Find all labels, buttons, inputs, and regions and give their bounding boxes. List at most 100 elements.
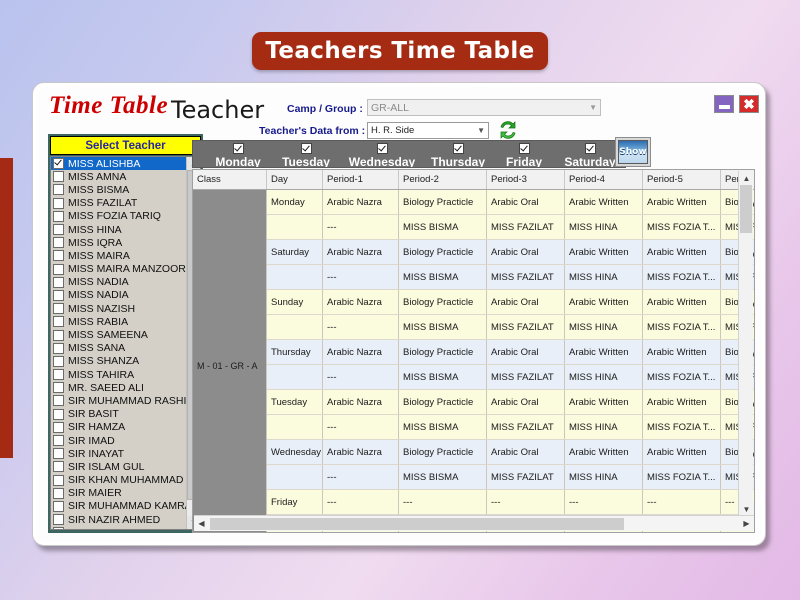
scroll-left-icon[interactable]: ◀ — [194, 516, 209, 531]
scroll-right-icon[interactable]: ▶ — [739, 516, 754, 531]
day-checkbox[interactable] — [233, 143, 244, 154]
teacher-checkbox[interactable] — [53, 501, 64, 512]
period-cell[interactable]: Biology Practicle — [399, 190, 487, 215]
period-cell[interactable]: Arabic Nazra — [323, 290, 399, 315]
teacher-list-item[interactable]: MISS FOZIA TARIQ — [51, 210, 200, 223]
teacher-checkbox[interactable] — [53, 250, 64, 261]
day-filter-monday[interactable]: Monday — [203, 141, 273, 168]
period-cell[interactable]: MISS HINA — [565, 315, 643, 340]
period-cell[interactable]: --- — [323, 265, 399, 290]
teacher-list-item[interactable]: MISS SANA — [51, 342, 200, 355]
period-cell[interactable]: MISS BISMA — [399, 365, 487, 390]
column-header[interactable]: Period-1 — [323, 170, 399, 190]
teacher-checkbox[interactable] — [53, 488, 64, 499]
day-cell[interactable]: Sunday — [267, 290, 323, 315]
teacher-list-item[interactable]: MISS ALISHBA — [51, 157, 187, 170]
period-cell[interactable]: MISS HINA — [565, 465, 643, 490]
teacher-checkbox[interactable] — [53, 356, 64, 367]
column-header[interactable]: Class — [193, 170, 267, 190]
teacher-checkbox[interactable] — [53, 435, 64, 446]
period-cell[interactable]: Arabic Written — [643, 190, 721, 215]
period-cell[interactable]: MISS FAZILAT — [487, 365, 565, 390]
day-cell[interactable]: Friday — [267, 490, 323, 515]
teacher-checkbox[interactable] — [53, 422, 64, 433]
teacher-checkbox[interactable] — [53, 171, 64, 182]
camp-group-select[interactable]: GR-ALL ▼ — [367, 99, 601, 116]
period-cell[interactable]: --- — [565, 490, 643, 515]
teacher-list-item[interactable]: MISS SAMEENA — [51, 328, 200, 341]
teacher-list-item[interactable]: SIR MUHAMMAD RASHID — [51, 394, 200, 407]
period-cell[interactable]: MISS BISMA — [399, 415, 487, 440]
period-cell[interactable]: --- — [323, 315, 399, 340]
period-cell[interactable]: --- — [323, 490, 399, 515]
table-row[interactable]: ---MISS BISMAMISS FAZILATMISS HINAMISS F… — [193, 215, 755, 240]
teacher-list[interactable]: MISS ALISHBAMISS AMNAMISS BISMAMISS FAZI… — [50, 156, 201, 530]
teacher-checkbox[interactable] — [53, 382, 64, 393]
day-cell[interactable]: Saturday — [267, 240, 323, 265]
period-cell[interactable]: Arabic Oral — [487, 190, 565, 215]
table-row[interactable]: ---MISS BISMAMISS FAZILATMISS HINAMISS F… — [193, 265, 755, 290]
teacher-list-item[interactable]: MR. SAEED ALI — [51, 381, 200, 394]
table-row[interactable]: Friday--------------------- — [193, 490, 755, 515]
period-cell[interactable]: MISS BISMA — [399, 215, 487, 240]
teacher-list-item[interactable]: SIR NAZIR AHMED — [51, 513, 200, 526]
period-cell[interactable]: Arabic Written — [565, 440, 643, 465]
period-cell[interactable]: MISS FOZIA T... — [643, 215, 721, 240]
day-filter-friday[interactable]: Friday — [493, 141, 555, 168]
teacher-checkbox[interactable] — [53, 369, 64, 380]
grid-horizontal-scrollbar[interactable]: ◀ ▶ — [194, 515, 754, 531]
teacher-list-item[interactable]: SIR MUHAMMAD KAMRAN — [51, 500, 200, 513]
teacher-list-item[interactable]: MISS IQRA — [51, 236, 200, 249]
teacher-list-item[interactable]: MISS MAIRA MANZOOR — [51, 263, 200, 276]
scroll-down-icon[interactable]: ▼ — [739, 502, 754, 516]
period-cell[interactable]: Arabic Nazra — [323, 390, 399, 415]
teacher-list-item[interactable]: MISS HINA — [51, 223, 200, 236]
scrollbar-thumb[interactable] — [210, 518, 624, 530]
teacher-checkbox[interactable] — [53, 330, 64, 341]
teacher-checkbox[interactable] — [53, 461, 64, 472]
table-row[interactable]: SundayArabic NazraBiology Practicle Arabi… — [193, 290, 755, 315]
period-cell[interactable]: Arabic Nazra — [323, 340, 399, 365]
teacher-checkbox[interactable] — [53, 224, 64, 235]
teacher-list-item[interactable]: SIR NAZIR AHMED — [51, 526, 200, 530]
teacher-checkbox[interactable] — [53, 527, 64, 530]
period-cell[interactable]: Biology Practicle — [399, 440, 487, 465]
day-checkbox[interactable] — [377, 143, 388, 154]
period-cell[interactable]: Arabic Written — [565, 240, 643, 265]
day-checkbox[interactable] — [453, 143, 464, 154]
period-cell[interactable]: MISS FOZIA T... — [643, 315, 721, 340]
day-cell[interactable] — [267, 215, 323, 240]
day-cell[interactable] — [267, 465, 323, 490]
table-row[interactable]: M - 01 - GR - AMondayArabic NazraBiology… — [193, 190, 755, 215]
day-cell[interactable] — [267, 265, 323, 290]
period-cell[interactable]: Biology Practicle — [399, 290, 487, 315]
period-cell[interactable]: MISS BISMA — [399, 465, 487, 490]
day-checkbox[interactable] — [519, 143, 530, 154]
teacher-checkbox[interactable] — [53, 264, 64, 275]
teacher-checkbox[interactable] — [53, 237, 64, 248]
teacher-checkbox[interactable] — [53, 316, 64, 327]
period-cell[interactable]: --- — [323, 365, 399, 390]
teacher-checkbox[interactable] — [53, 290, 64, 301]
period-cell[interactable]: Arabic Written — [643, 390, 721, 415]
teacher-list-item[interactable]: MISS MAIRA — [51, 249, 200, 262]
show-button[interactable]: Show — [615, 137, 651, 167]
period-cell[interactable]: Arabic Written — [643, 290, 721, 315]
refresh-icon[interactable] — [498, 120, 518, 140]
table-row[interactable]: WednesdayArabic NazraBiology PracticleAr… — [193, 440, 755, 465]
table-row[interactable]: SaturdayArabic NazraBiology PracticleAra… — [193, 240, 755, 265]
period-cell[interactable]: MISS FAZILAT — [487, 315, 565, 340]
period-cell[interactable]: --- — [323, 415, 399, 440]
teacher-list-item[interactable]: SIR ISLAM GUL — [51, 460, 200, 473]
teacher-checkbox[interactable] — [53, 184, 64, 195]
column-header[interactable]: Day — [267, 170, 323, 190]
day-cell[interactable] — [267, 365, 323, 390]
teacher-list-item[interactable]: MISS NAZISH — [51, 302, 200, 315]
teacher-list-item[interactable]: SIR BASIT — [51, 408, 200, 421]
period-cell[interactable]: Arabic Oral — [487, 340, 565, 365]
teacher-checkbox[interactable] — [53, 277, 64, 288]
teacher-list-item[interactable]: MISS RABIA — [51, 315, 200, 328]
period-cell[interactable]: Arabic Written — [643, 340, 721, 365]
period-cell[interactable]: MISS FOZIA T... — [643, 265, 721, 290]
day-cell[interactable]: Tuesday — [267, 390, 323, 415]
